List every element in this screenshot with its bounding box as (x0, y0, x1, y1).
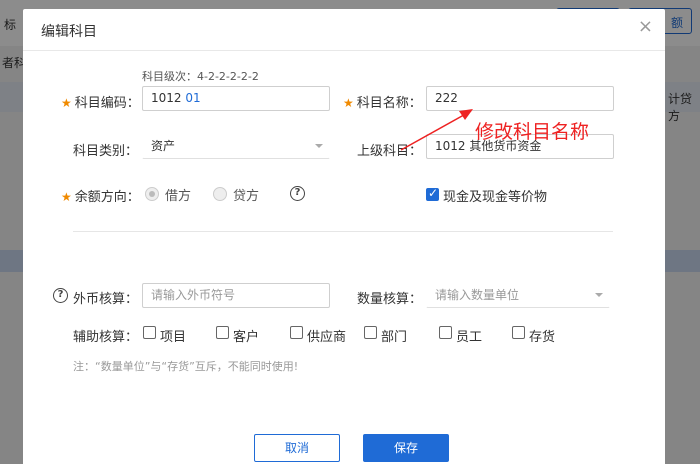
subject-category-value: 资产 (151, 139, 176, 153)
foreign-currency-input[interactable]: 请输入外币符号 (142, 283, 330, 308)
help-icon[interactable]: ? (53, 288, 68, 303)
subject-category-select[interactable]: 资产 (142, 134, 330, 159)
aux-checkbox-department[interactable] (364, 326, 377, 339)
credit-radio[interactable] (213, 187, 227, 201)
dialog-title: 编辑科目 (41, 24, 97, 40)
section-divider (73, 231, 613, 232)
subject-code-suffix: 01 (185, 91, 201, 105)
aux-label-supplier: 供应商 (307, 330, 347, 345)
help-icon[interactable]: ? (290, 186, 305, 201)
close-icon[interactable]: × (638, 16, 653, 37)
subject-code-label: ★ 科目编码： (61, 96, 140, 111)
required-star-icon: ★ (61, 190, 72, 204)
subject-category-label: 科目类别： (73, 144, 139, 159)
required-star-icon: ★ (343, 96, 354, 110)
foreign-currency-label: 外币核算： (73, 292, 139, 307)
debit-label: 借方 (165, 189, 192, 204)
subject-code-prefix: 1012 (151, 91, 182, 105)
aux-checkbox-supplier[interactable] (290, 326, 303, 339)
foreign-currency-placeholder: 请输入外币符号 (151, 288, 236, 302)
aux-checkbox-project[interactable] (143, 326, 156, 339)
quantity-select[interactable]: 请输入数量单位 (426, 283, 610, 308)
chevron-down-icon (595, 293, 603, 297)
annotation-arrow-icon (400, 109, 473, 151)
credit-label: 贷方 (233, 189, 260, 204)
debit-radio[interactable] (145, 187, 159, 201)
auxiliary-label: 辅助核算： (73, 330, 139, 345)
cash-equivalent-checkbox[interactable] (426, 186, 439, 201)
cash-equivalent-label: 现金及现金等价物 (443, 190, 548, 205)
cancel-button[interactable]: 取消 (254, 434, 340, 462)
aux-label-project: 项目 (160, 330, 187, 345)
aux-checkbox-employee[interactable] (439, 326, 452, 339)
aux-label-customer: 客户 (233, 330, 260, 345)
annotation-text: 修改科目名称 (475, 121, 590, 143)
required-star-icon: ★ (61, 96, 72, 110)
aux-checkbox-inventory[interactable] (512, 326, 525, 339)
level-hint: 科目级次：4-2-2-2-2-2 (142, 70, 259, 83)
mutual-exclusion-note: 注：“数量单位”与“存货”互斥，不能同时使用! (73, 360, 299, 373)
save-button[interactable]: 保存 (363, 434, 449, 462)
aux-label-employee: 员工 (456, 330, 483, 345)
quantity-placeholder: 请输入数量单位 (435, 288, 520, 302)
aux-label-department: 部门 (381, 330, 408, 345)
chevron-down-icon (315, 144, 323, 148)
title-divider (23, 50, 665, 51)
quantity-label: 数量核算： (357, 292, 423, 307)
aux-checkbox-customer[interactable] (216, 326, 229, 339)
aux-label-inventory: 存货 (529, 330, 556, 345)
subject-code-input[interactable]: 1012 01 (142, 86, 330, 111)
edit-subject-dialog: 编辑科目 × 科目级次：4-2-2-2-2-2 ★ 科目编码： 1012 01 ★… (23, 9, 665, 464)
balance-direction-label: ★ 余额方向： (61, 190, 140, 205)
